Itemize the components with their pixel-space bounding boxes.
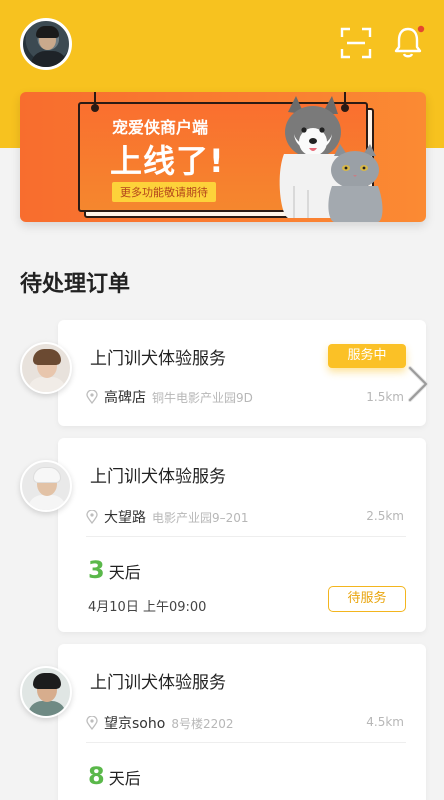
notification-dot [417, 25, 425, 33]
area-name: 大望路 [104, 510, 146, 526]
location-row: 大望路 电影产业园9–201 [86, 507, 249, 527]
days-number: 8 [88, 762, 105, 790]
chevron-right-icon[interactable] [404, 364, 432, 404]
banner-subtitle: 宠爱侠商户端 [112, 118, 209, 137]
promo-banner[interactable]: 宠爱侠商户端 上线了! 更多功能敬请期待 [20, 92, 426, 222]
order-card[interactable]: 上门训犬体验服务 服务中 高碑店 铜牛电影产业园9D 1.5km [58, 320, 426, 426]
user-avatar[interactable] [20, 18, 72, 70]
address-text: 铜牛电影产业园9D [152, 390, 253, 405]
order-card[interactable]: 上门训犬体验服务 大望路 电影产业园9–201 2.5km 3 天后 4月10日 … [58, 438, 426, 632]
customer-avatar[interactable] [20, 460, 72, 512]
service-name: 上门训犬体验服务 [90, 467, 226, 487]
customer-avatar[interactable] [20, 666, 72, 718]
divider [86, 536, 406, 537]
order-card[interactable]: 上门训犬体验服务 望京soho 8号楼2202 4.5km 8 天后 [58, 644, 426, 800]
service-name: 上门训犬体验服务 [90, 673, 226, 693]
location-row: 高碑店 铜牛电影产业园9D [86, 387, 253, 407]
status-badge: 待服务 [328, 586, 406, 612]
area-name: 望京soho [104, 716, 166, 732]
days-until: 8 天后 [88, 762, 141, 790]
distance-text: 4.5km [366, 715, 404, 729]
days-number: 3 [88, 556, 105, 584]
address-text: 电影产业园9–201 [152, 510, 249, 525]
area-name: 高碑店 [104, 390, 146, 406]
divider [86, 742, 406, 743]
location-pin-icon [86, 390, 98, 404]
cat-illustration [328, 144, 383, 222]
days-label: 天后 [108, 769, 141, 788]
banner-title: 上线了! [110, 142, 225, 180]
appointment-time: 4月10日 上午09:00 [88, 600, 207, 615]
customer-avatar[interactable] [20, 342, 72, 394]
distance-text: 2.5km [366, 509, 404, 523]
days-until: 3 天后 [88, 556, 141, 584]
scan-icon[interactable] [340, 27, 372, 59]
location-pin-icon [86, 716, 98, 730]
distance-text: 1.5km [366, 390, 404, 404]
service-name: 上门训犬体验服务 [90, 349, 226, 369]
section-title: 待处理订单 [20, 272, 131, 297]
location-pin-icon [86, 510, 98, 524]
address-text: 8号楼2202 [171, 716, 234, 731]
location-row: 望京soho 8号楼2202 [86, 713, 234, 733]
days-label: 天后 [108, 563, 141, 582]
status-badge: 服务中 [328, 344, 406, 368]
banner-cta: 更多功能敬请期待 [112, 182, 216, 202]
bell-icon[interactable] [392, 24, 426, 60]
